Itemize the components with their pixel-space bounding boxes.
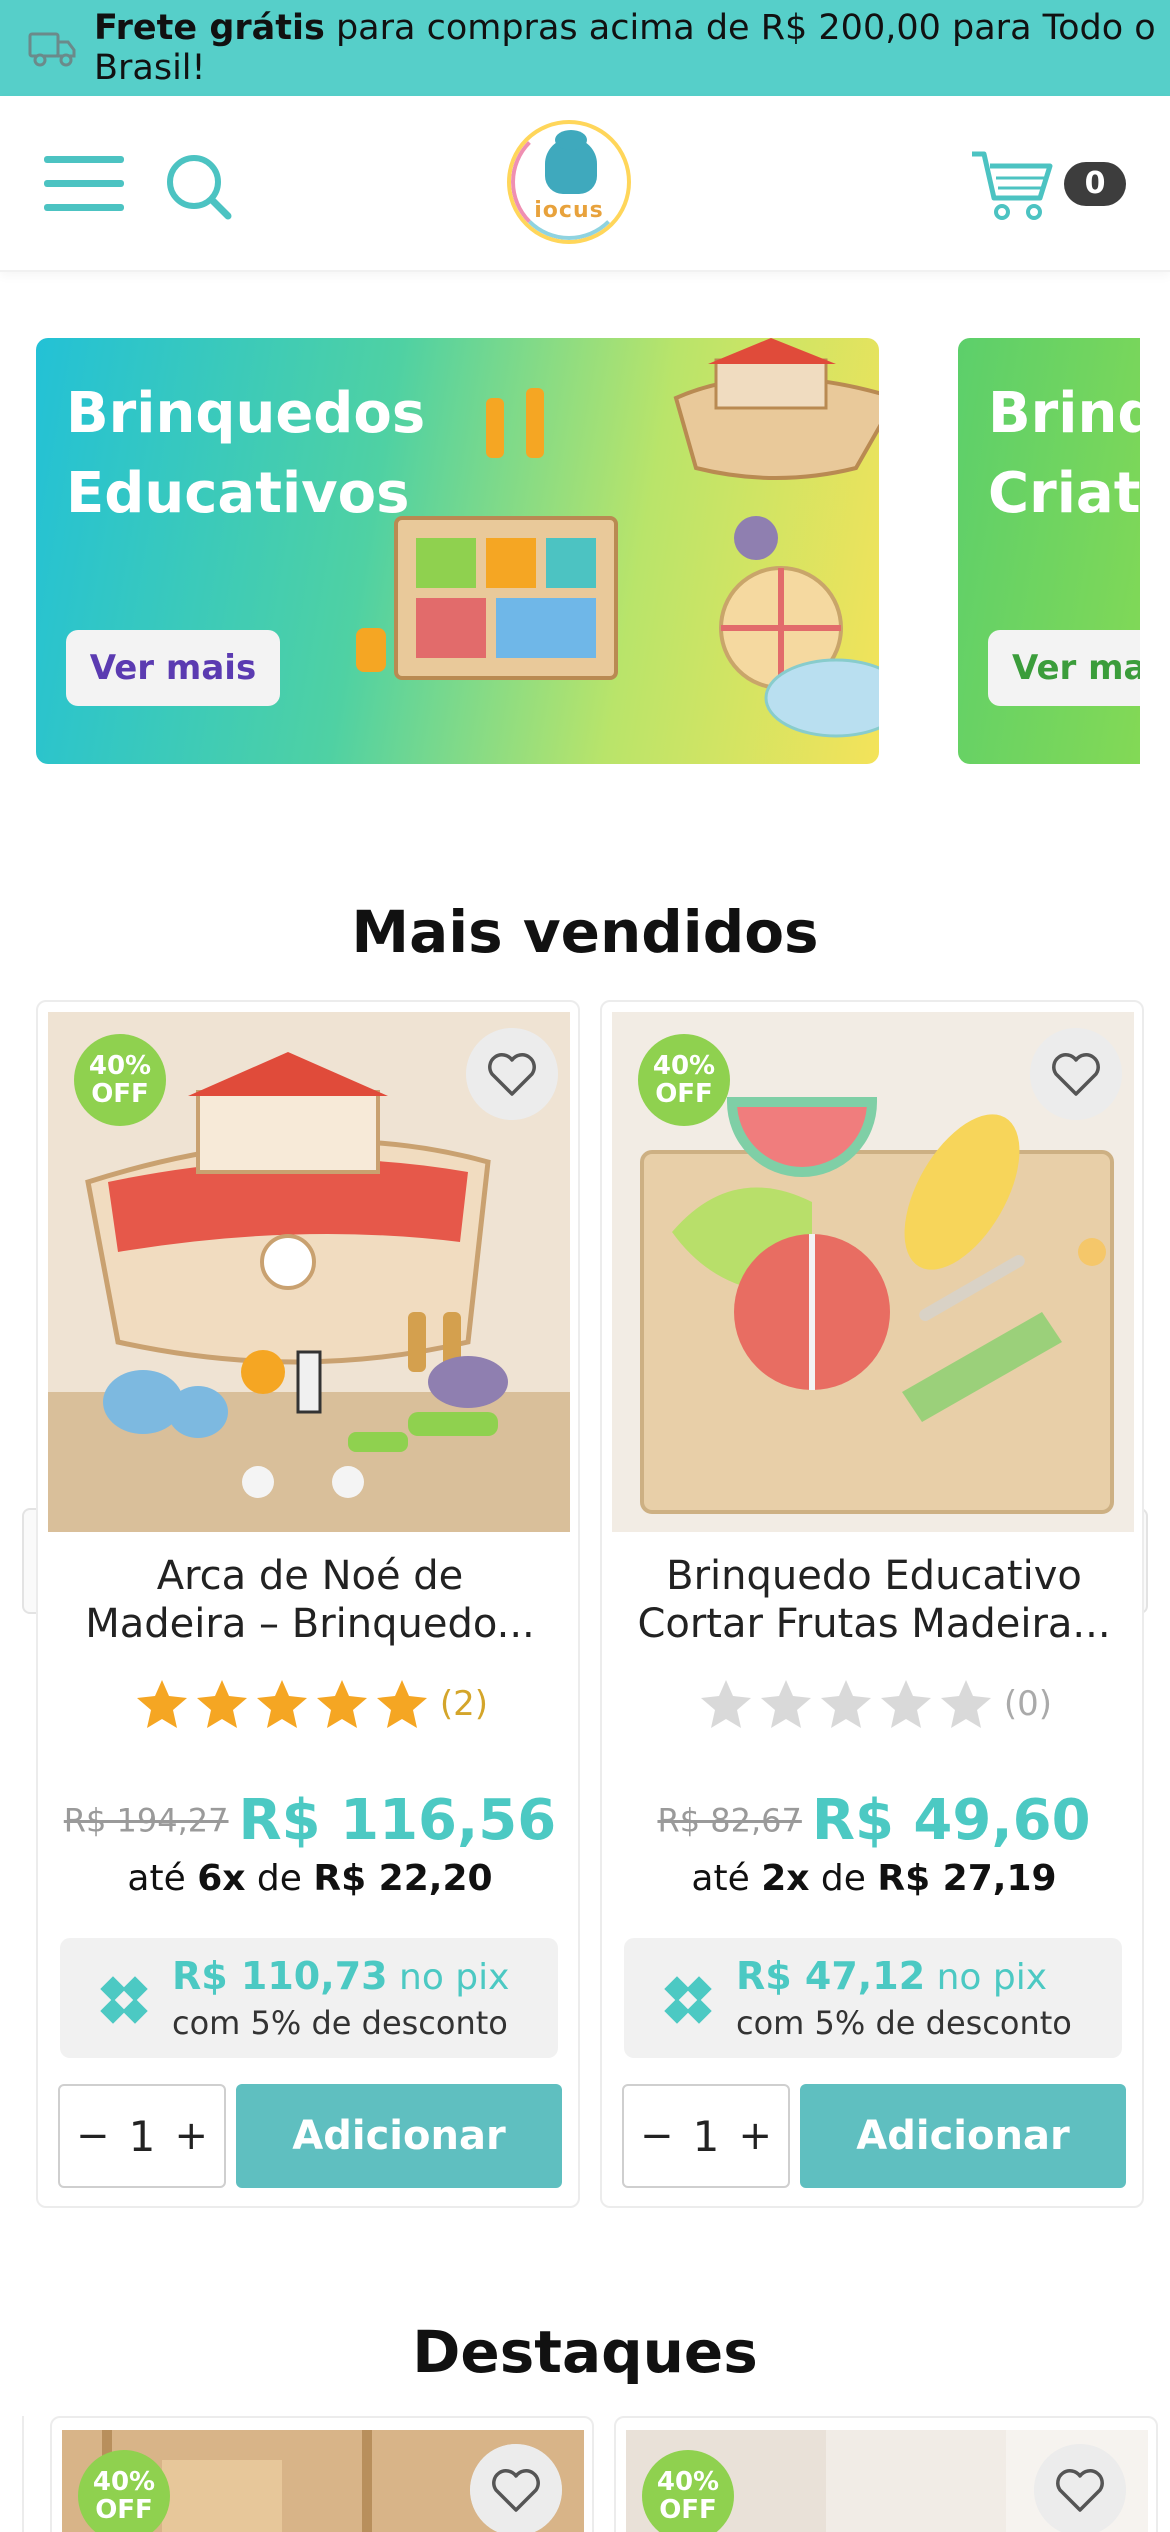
- product-card[interactable]: 40% OFF Arca de Noé de Madeira – Brinqued…: [36, 1000, 580, 2208]
- quantity-stepper[interactable]: − 1 +: [622, 2084, 790, 2188]
- quantity-value[interactable]: 1: [693, 2112, 720, 2161]
- pix-description: com 5% de desconto: [172, 2004, 508, 2042]
- old-price: R$ 194,27: [63, 1801, 229, 1840]
- heart-icon[interactable]: [466, 1028, 558, 1120]
- old-price: R$ 82,67: [657, 1801, 802, 1840]
- heart-icon[interactable]: [1030, 1028, 1122, 1120]
- free-shipping-label: Frete grátis: [94, 8, 325, 48]
- pix-discount: R$ 110,73 no pix com 5% de desconto: [60, 1938, 558, 2058]
- product-name[interactable]: Arca de Noé de Madeira – Brinquedo...: [68, 1552, 552, 1648]
- star-icon: [700, 1680, 751, 1728]
- pix-icon: [664, 1976, 712, 2024]
- decrease-button[interactable]: −: [640, 2113, 674, 2159]
- pix-icon: [100, 1976, 148, 2024]
- carousel-edge: [1140, 300, 1170, 800]
- star-icon: [256, 1680, 307, 1728]
- product-card[interactable]: 40% OFF: [614, 2416, 1158, 2532]
- star-icon: [136, 1680, 187, 1728]
- review-count: (2): [439, 1684, 489, 1724]
- highlights-title: Destaques: [412, 2318, 758, 2386]
- product-image[interactable]: 40% OFF: [48, 1012, 570, 1532]
- product-card[interactable]: 40% OFF: [50, 2416, 594, 2532]
- brand-logo[interactable]: iocus: [507, 120, 631, 244]
- increase-button[interactable]: +: [738, 2113, 772, 2159]
- rating-stars: (2): [38, 1678, 582, 1730]
- increase-button[interactable]: +: [174, 2113, 208, 2159]
- banner-creative-toys[interactable]: Brinq Criati Ver ma: [958, 338, 1170, 764]
- quantity-stepper[interactable]: − 1 +: [58, 2084, 226, 2188]
- shopping-cart-icon[interactable]: [968, 146, 1056, 226]
- heart-icon[interactable]: [1034, 2444, 1126, 2532]
- price-block: R$ 194,27 R$ 116,56: [38, 1788, 582, 1853]
- carousel-edge: [0, 2416, 24, 2532]
- star-icon: [880, 1680, 931, 1728]
- pix-discount: R$ 47,12 no pix com 5% de desconto: [624, 1938, 1122, 2058]
- star-icon: [316, 1680, 367, 1728]
- logo-text: iocus: [534, 198, 604, 223]
- product-image[interactable]: 40% OFF: [612, 1012, 1134, 1532]
- search-icon[interactable]: [164, 152, 234, 222]
- review-count: (0): [1003, 1684, 1053, 1724]
- best-sellers-title: Mais vendidos: [351, 898, 819, 966]
- cart-count-badge[interactable]: 0: [1064, 162, 1126, 206]
- banner-educational-toys[interactable]: Brinquedos Educativos Ver mais: [36, 338, 879, 764]
- rating-stars: (0): [602, 1678, 1146, 1730]
- site-header: iocus 0: [0, 96, 1170, 272]
- pix-price: R$ 110,73: [172, 1954, 388, 1998]
- discount-badge: 40% OFF: [74, 1034, 166, 1126]
- pix-price: R$ 47,12: [736, 1954, 926, 1998]
- mascot-icon: [545, 130, 597, 194]
- discount-badge: 40% OFF: [638, 1034, 730, 1126]
- announcement-text: Frete grátis para compras acima de R$ 20…: [94, 8, 1170, 88]
- add-to-cart-button[interactable]: Adicionar: [800, 2084, 1126, 2188]
- decrease-button[interactable]: −: [76, 2113, 110, 2159]
- product-name[interactable]: Brinquedo Educativo Cortar Frutas Madeir…: [632, 1552, 1116, 1648]
- pix-description: com 5% de desconto: [736, 2004, 1072, 2042]
- price-block: R$ 82,67 R$ 49,60: [602, 1788, 1146, 1853]
- banner-title: Brinq Criati: [988, 381, 1160, 526]
- announcement-bar: Frete grátis para compras acima de R$ 20…: [0, 0, 1170, 96]
- installments: até 6x de R$ 22,20: [127, 1858, 493, 1899]
- star-icon: [196, 1680, 247, 1728]
- heart-icon[interactable]: [470, 2444, 562, 2532]
- star-icon: [820, 1680, 871, 1728]
- current-price: R$ 116,56: [238, 1788, 557, 1853]
- truck-icon: [28, 32, 76, 67]
- quantity-value[interactable]: 1: [129, 2112, 156, 2161]
- discount-badge: 40% OFF: [642, 2450, 734, 2532]
- pix-label: no pix: [387, 1957, 510, 1998]
- star-icon: [940, 1680, 991, 1728]
- discount-badge: 40% OFF: [78, 2450, 170, 2532]
- pix-label: no pix: [925, 1957, 1048, 1998]
- star-icon: [376, 1680, 427, 1728]
- star-icon: [760, 1680, 811, 1728]
- hamburger-menu-icon[interactable]: [44, 156, 124, 212]
- product-card[interactable]: 40% OFF Brinquedo Educativo Cortar Frutas…: [600, 1000, 1144, 2208]
- current-price: R$ 49,60: [811, 1788, 1091, 1853]
- banner-see-more-button[interactable]: Ver mais: [66, 630, 280, 706]
- installments: até 2x de R$ 27,19: [691, 1858, 1057, 1899]
- add-to-cart-button[interactable]: Adicionar: [236, 2084, 562, 2188]
- toys-illustration: [356, 338, 879, 738]
